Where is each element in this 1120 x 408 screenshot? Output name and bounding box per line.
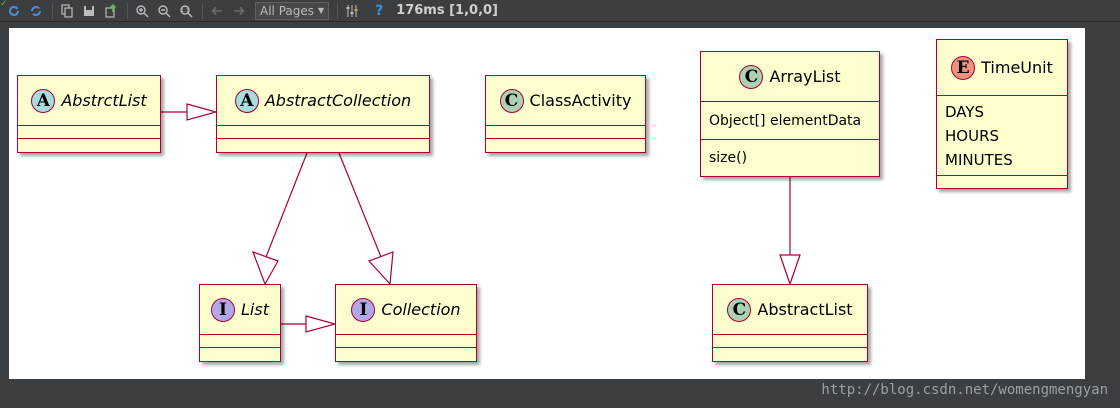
copy-icon bbox=[61, 3, 73, 18]
forward-arrow-icon bbox=[234, 6, 245, 15]
methods-section bbox=[486, 139, 645, 151]
back-button[interactable] bbox=[207, 1, 227, 21]
uml-diagram-canvas: A AbstrctList A AbstractCollection C Cla… bbox=[9, 28, 1085, 379]
class-header: A AbstractCollection bbox=[217, 76, 429, 126]
pages-select-value: All Pages bbox=[260, 3, 314, 18]
class-name: ArrayList bbox=[769, 67, 841, 86]
enum-value-days: DAYS bbox=[945, 103, 985, 121]
check-icon: ✓ bbox=[0, 0, 8, 9]
abstract-class-badge: A bbox=[234, 88, 259, 113]
interface-badge: I bbox=[211, 297, 236, 322]
inheritance-arrowhead bbox=[367, 251, 394, 286]
inheritance-arrowhead bbox=[186, 103, 219, 121]
class-name: AbstrctList bbox=[61, 91, 147, 110]
fields-section bbox=[486, 126, 645, 139]
fields-section bbox=[18, 126, 160, 139]
enum-value-hours: HOURS bbox=[945, 127, 1000, 145]
auto-refresh-button[interactable] bbox=[26, 1, 46, 21]
class-header: A AbstrctList bbox=[18, 76, 160, 126]
help-icon[interactable]: ? bbox=[370, 3, 388, 19]
toolbar-separator bbox=[202, 2, 203, 19]
forward-button[interactable] bbox=[229, 1, 249, 21]
fields-section bbox=[217, 126, 429, 139]
abstract-class-badge: A bbox=[31, 88, 56, 113]
inheritance-arrowhead bbox=[779, 254, 801, 286]
toolbar-separator bbox=[127, 2, 128, 19]
svg-text:1:1: 1:1 bbox=[181, 8, 189, 14]
interface-badge: I bbox=[351, 297, 376, 322]
watermark: http://blog.csdn.net/womengmengyan bbox=[821, 382, 1108, 398]
methods-section bbox=[937, 176, 1067, 187]
class-abstractlist[interactable]: C AbstractList bbox=[712, 284, 868, 362]
inheritance-arrowhead bbox=[305, 315, 338, 333]
toolbar-separator bbox=[52, 2, 53, 19]
diagram-toolbar: 1:1 All Pages ▼ ? 176ms [1,0,0] bbox=[0, 0, 1120, 22]
class-header: I List bbox=[200, 285, 280, 335]
field-elementdata: Object[] elementData bbox=[709, 112, 862, 129]
class-name: ClassActivity bbox=[529, 91, 632, 110]
class-header: C ClassActivity bbox=[486, 76, 645, 126]
methods-section bbox=[18, 139, 160, 151]
edge-abstractcollection-list bbox=[265, 152, 308, 258]
zoom-out-button[interactable] bbox=[154, 1, 174, 21]
save-icon bbox=[84, 5, 94, 16]
class-name: TimeUnit bbox=[981, 58, 1053, 77]
auto-refresh-icon bbox=[31, 5, 41, 16]
class-name: AbstractCollection bbox=[264, 91, 412, 110]
fields-section bbox=[336, 335, 476, 348]
zoom-in-button[interactable] bbox=[132, 1, 152, 21]
inheritance-arrowhead bbox=[251, 250, 279, 286]
class-classactivity[interactable]: C ClassActivity bbox=[485, 75, 646, 153]
zoom-out-icon bbox=[158, 4, 171, 17]
methods-section bbox=[200, 348, 280, 360]
chevron-down-icon: ▼ bbox=[318, 6, 325, 15]
class-arraylist[interactable]: C ArrayList Object[] elementData size() bbox=[700, 51, 880, 177]
toolbar-separator bbox=[337, 2, 339, 19]
methods-section: size() bbox=[701, 140, 879, 175]
methods-section bbox=[713, 348, 867, 360]
zoom-in-icon bbox=[136, 4, 149, 17]
class-badge: C bbox=[499, 88, 524, 113]
methods-section bbox=[336, 348, 476, 360]
save-button[interactable] bbox=[79, 1, 99, 21]
enum-values-section: DAYS HOURS MINUTES bbox=[937, 96, 1067, 176]
enum-badge: E bbox=[951, 55, 976, 80]
enum-timeunit[interactable]: E TimeUnit DAYS HOURS MINUTES bbox=[936, 39, 1068, 189]
interface-collection[interactable]: I Collection bbox=[335, 284, 477, 362]
zoom-actual-icon: 1:1 bbox=[180, 4, 193, 17]
class-badge: C bbox=[739, 64, 764, 89]
class-header: C AbstractList bbox=[713, 285, 867, 335]
settings-button[interactable] bbox=[342, 1, 362, 21]
class-header: E TimeUnit bbox=[937, 40, 1067, 96]
class-name: List bbox=[241, 300, 269, 319]
settings-icon bbox=[346, 4, 358, 17]
back-arrow-icon bbox=[211, 6, 222, 15]
copy-button[interactable] bbox=[57, 1, 77, 21]
method-size: size() bbox=[709, 149, 748, 166]
pages-select[interactable]: All Pages ▼ bbox=[255, 1, 330, 20]
export-button[interactable] bbox=[101, 1, 121, 21]
class-name: Collection bbox=[381, 300, 461, 319]
class-name: AbstractList bbox=[757, 300, 853, 319]
refresh-icon bbox=[9, 5, 19, 16]
fields-section bbox=[200, 335, 280, 348]
edge-abstractcollection-collection bbox=[338, 152, 382, 258]
enum-value-minutes: MINUTES bbox=[945, 151, 1013, 169]
fields-section: Object[] elementData bbox=[701, 102, 879, 140]
class-abstrctlist[interactable]: A AbstrctList bbox=[17, 75, 161, 153]
class-abstractcollection[interactable]: A AbstractCollection bbox=[216, 75, 430, 153]
class-header: C ArrayList bbox=[701, 52, 879, 102]
zoom-actual-button[interactable]: 1:1 bbox=[176, 1, 196, 21]
interface-list[interactable]: I List bbox=[199, 284, 281, 362]
export-icon bbox=[105, 3, 117, 18]
fields-section bbox=[713, 335, 867, 348]
methods-section bbox=[217, 139, 429, 151]
render-status: 176ms [1,0,0] bbox=[396, 3, 498, 18]
class-badge: C bbox=[727, 297, 752, 322]
class-header: I Collection bbox=[336, 285, 476, 335]
